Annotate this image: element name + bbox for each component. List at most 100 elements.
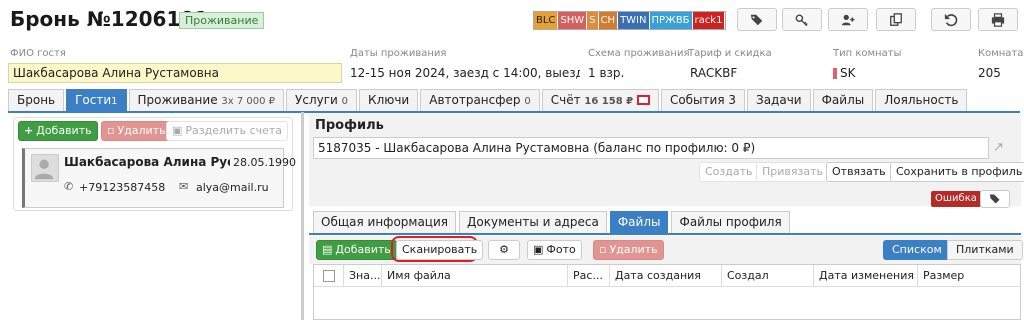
tag[interactable]: TWIN — [618, 12, 650, 29]
dates-value[interactable]: 12-15 ноя 2024, заезд с 14:00, выезд до … — [350, 66, 580, 80]
tag[interactable]: rack1 — [692, 12, 726, 29]
print-button[interactable] — [978, 8, 1018, 31]
column-header[interactable]: Дата создания — [610, 265, 722, 287]
tag[interactable]: S — [587, 12, 599, 29]
phone-icon: ✆ — [64, 180, 74, 193]
subtab-documents[interactable]: Документы и адреса — [459, 211, 607, 233]
tab-label: Бронь — [17, 93, 56, 107]
guest-card[interactable]: Шакбасарова Алина Рустамс 28.05.1990 ✆ +… — [22, 148, 296, 208]
tab-label: Гости — [75, 93, 112, 107]
save-to-profile-button[interactable]: Сохранить в профиль — [890, 162, 1024, 182]
column-header[interactable]: Зна... — [344, 265, 382, 287]
guest-phone: +79123587458 — [79, 181, 166, 194]
tab-label: Задачи — [756, 93, 802, 107]
tab-loyalty[interactable]: Лояльность — [875, 89, 968, 111]
user-silhouette-icon — [34, 159, 54, 180]
column-header[interactable]: Дата изменения — [814, 265, 918, 287]
panel-splitter[interactable] — [301, 112, 304, 320]
guest-birthdate: 28.05.1990 — [233, 156, 296, 169]
settings-button[interactable]: ⚙ — [488, 240, 520, 260]
tab-keys[interactable]: Ключи — [359, 89, 419, 111]
tag[interactable]: BLC — [534, 12, 559, 29]
tab-label: Файлы — [821, 93, 865, 107]
view-list-button[interactable]: Списком — [883, 240, 951, 260]
tab-count: 0 — [524, 96, 531, 107]
delete-file-button[interactable]: ▫ Удалить — [593, 240, 664, 260]
table-header: Зна... Имя файла Рас... Дата создания Со… — [314, 265, 1020, 287]
tab-tasks[interactable]: Задачи — [747, 89, 811, 111]
sitemap-icon: ▣ — [172, 124, 183, 137]
roomtype-value[interactable]: SK — [840, 66, 856, 80]
envelope-icon: ✉ — [179, 180, 189, 193]
roomtype-label: Тип комнаты — [833, 48, 902, 59]
button-label: Удалить — [117, 124, 166, 137]
column-header[interactable]: Размер — [918, 265, 1020, 287]
scheme-value[interactable]: 1 взр. — [588, 66, 624, 80]
column-header[interactable]: Имя файла — [382, 265, 568, 287]
trash-icon: ▫ — [107, 124, 115, 137]
tab-stay[interactable]: Проживание 3x 7 000 ₽ — [128, 89, 285, 111]
select-all-checkbox-cell[interactable] — [314, 265, 344, 287]
tab-transfer[interactable]: Автотрансфер 0 — [420, 89, 540, 111]
external-link-icon[interactable]: ↗ — [993, 140, 1004, 155]
photo-button[interactable]: ▣ Фото — [527, 240, 582, 260]
column-header[interactable]: Создал — [722, 265, 814, 287]
view-tiles-button[interactable]: Плитками — [947, 240, 1023, 260]
tab-guests[interactable]: Гости1 — [66, 89, 127, 111]
create-profile-button[interactable]: Создать — [699, 162, 759, 182]
tab-booking[interactable]: Бронь — [8, 89, 65, 111]
avatar — [31, 154, 59, 182]
delete-guest-button[interactable]: ▫ Удалить — [101, 121, 172, 141]
guests-panel: + Добавить ▫ Удалить ▣ Разделить счета Шакб… — [13, 117, 296, 211]
checkbox[interactable] — [323, 270, 335, 282]
button-label: Разделить счета — [185, 124, 283, 137]
print-icon — [991, 12, 1005, 27]
file-add-icon: ▤ — [322, 243, 333, 256]
tab-events[interactable]: События 3 — [660, 89, 745, 111]
unlink-profile-button[interactable]: Отвязать — [826, 162, 892, 182]
tag[interactable]: ПРЖВБ — [649, 12, 693, 29]
subtab-profile-files[interactable]: Файлы профиля — [671, 211, 790, 233]
add-file-button[interactable]: ▤ Добавить — [316, 240, 397, 260]
add-guest-button[interactable] — [828, 8, 868, 31]
scheme-label: Схема проживания — [588, 48, 690, 59]
room-value[interactable]: 205 — [978, 66, 1001, 80]
copy-icon — [890, 12, 902, 26]
link-profile-button[interactable]: Привязать — [756, 162, 829, 182]
error-badge[interactable]: Ошибка — [931, 191, 981, 207]
tag-bar: BLC SHW S CH TWIN ПРЖВБ rack1 — [533, 11, 727, 30]
key-button[interactable] — [782, 8, 822, 31]
key-icon — [795, 13, 808, 26]
subtab-files[interactable]: Файлы — [609, 211, 669, 233]
guest-email: alya@mail.ru — [196, 181, 269, 194]
main-tabs: Бронь Гости1 Проживание 3x 7 000 ₽ Услуг… — [8, 89, 1020, 113]
trash-icon: ▫ — [599, 243, 607, 256]
scan-button[interactable]: Сканировать — [396, 240, 484, 260]
tab-bill[interactable]: Счёт 16 158 ₽ — [541, 89, 659, 111]
guest-name-field[interactable]: Шакбасарова Алина Рустамовна — [8, 63, 342, 83]
tag[interactable]: CH — [598, 12, 619, 29]
copy-button[interactable] — [876, 8, 916, 31]
card-icon — [636, 94, 650, 105]
files-table: Зна... Имя файла Рас... Дата создания Со… — [313, 264, 1021, 320]
profile-field[interactable]: 5187035 - Шакбасарова Алина Рустамовна (… — [313, 137, 989, 159]
tab-count: 1 — [111, 96, 118, 107]
subtab-general[interactable]: Общая информация — [313, 211, 456, 233]
add-guest-list-button[interactable]: + Добавить — [18, 121, 98, 141]
tags-button[interactable] — [737, 8, 777, 31]
tariff-label: Тариф и скидка — [688, 48, 772, 59]
tag[interactable]: SHW — [558, 12, 588, 29]
undo-button[interactable] — [931, 8, 971, 31]
tariff-value[interactable]: RACKBF — [690, 66, 737, 80]
guest-name: Шакбасарова Алина Рустамс — [64, 155, 230, 169]
add-user-icon — [841, 14, 855, 25]
column-header[interactable]: Рас... — [568, 265, 610, 287]
profile-tags-button[interactable] — [980, 190, 1010, 208]
split-bills-button[interactable]: ▣ Разделить счета — [166, 121, 289, 141]
tab-services[interactable]: Услуги 0 — [286, 89, 358, 111]
button-label: Удалить — [609, 243, 658, 256]
files-toolbar: ▤ Добавить Сканировать ⚙ ▣ Фото ▫ Удалить С… — [309, 236, 1023, 264]
tab-files[interactable]: Файлы — [812, 89, 874, 111]
tags-icon — [989, 194, 1000, 204]
dates-label: Даты проживания — [350, 48, 447, 59]
